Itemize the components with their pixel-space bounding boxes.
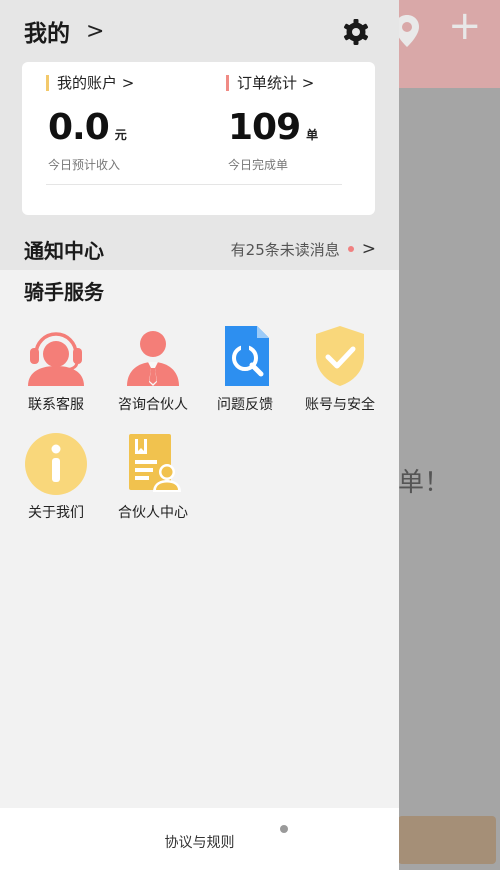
terms-and-rules-link[interactable]: 协议与规则 [0, 832, 399, 852]
rider-services-title: 骑手服务 [24, 280, 104, 304]
account-card: 我的账户 > 0.0 元 今日预计收入 订单统计 > 109 单 今日完成单 [22, 62, 375, 215]
wrench-document-icon [225, 326, 269, 386]
income-value: 0.0 [48, 107, 110, 148]
service-label: 联系客服 [28, 397, 84, 413]
my-account-label: 我的账户 > [57, 74, 135, 92]
background-text: 单！ [398, 468, 451, 498]
service-label: 账号与安全 [305, 397, 375, 413]
service-about-us[interactable]: 关于我们 [11, 432, 101, 522]
notification-center-row[interactable]: 通知中心 有25条未读消息 > [24, 234, 376, 264]
unread-message-count: 有25条未读消息 [230, 240, 340, 259]
my-account-block[interactable]: 我的账户 > 0.0 元 今日预计收入 [46, 72, 134, 173]
orders-value: 109 [228, 107, 301, 148]
order-stats-label: 订单统计 > [237, 74, 315, 92]
headset-person-icon [28, 332, 84, 386]
accent-bar [226, 74, 229, 91]
info-icon [25, 433, 87, 495]
person-tie-icon [127, 331, 179, 386]
id-card-icon [129, 434, 181, 492]
page-title: 我的 [24, 21, 70, 47]
service-contact-support[interactable]: 联系客服 [11, 324, 101, 414]
background-bottom-button [398, 816, 496, 864]
accent-bar [46, 74, 49, 91]
service-label: 问题反馈 [217, 397, 273, 413]
chevron-right-icon: > [86, 18, 105, 44]
income-caption: 今日预计收入 [48, 158, 121, 172]
orders-caption: 今日完成单 [228, 158, 289, 172]
order-stats-block[interactable]: 订单统计 > 109 单 今日完成单 [226, 72, 318, 173]
unread-dot [347, 246, 354, 252]
service-label: 关于我们 [28, 505, 84, 521]
service-feedback[interactable]: 问题反馈 [200, 324, 290, 414]
notification-center-title: 通知中心 [24, 238, 104, 263]
profile-link[interactable]: 我的 > [24, 14, 104, 48]
add-icon: + [448, 3, 482, 49]
chevron-right-icon: > [361, 239, 376, 259]
service-label: 合伙人中心 [118, 505, 188, 521]
service-consult-partner[interactable]: 咨询合伙人 [108, 324, 198, 414]
service-label: 咨询合伙人 [118, 397, 188, 413]
drawer-footer: 协议与规则 [0, 808, 399, 870]
indicator-dot [280, 825, 288, 833]
orders-unit: 单 [306, 128, 319, 142]
income-unit: 元 [114, 128, 127, 142]
shield-check-icon [316, 326, 364, 386]
divider [46, 184, 342, 185]
service-partner-center[interactable]: 合伙人中心 [108, 432, 198, 522]
gear-icon[interactable] [342, 18, 370, 46]
service-account-security[interactable]: 账号与安全 [295, 324, 385, 414]
side-drawer: 我的 > 我的账户 > 0.0 元 今日预计收入 订单统计 > 109 单 今日… [0, 0, 399, 870]
